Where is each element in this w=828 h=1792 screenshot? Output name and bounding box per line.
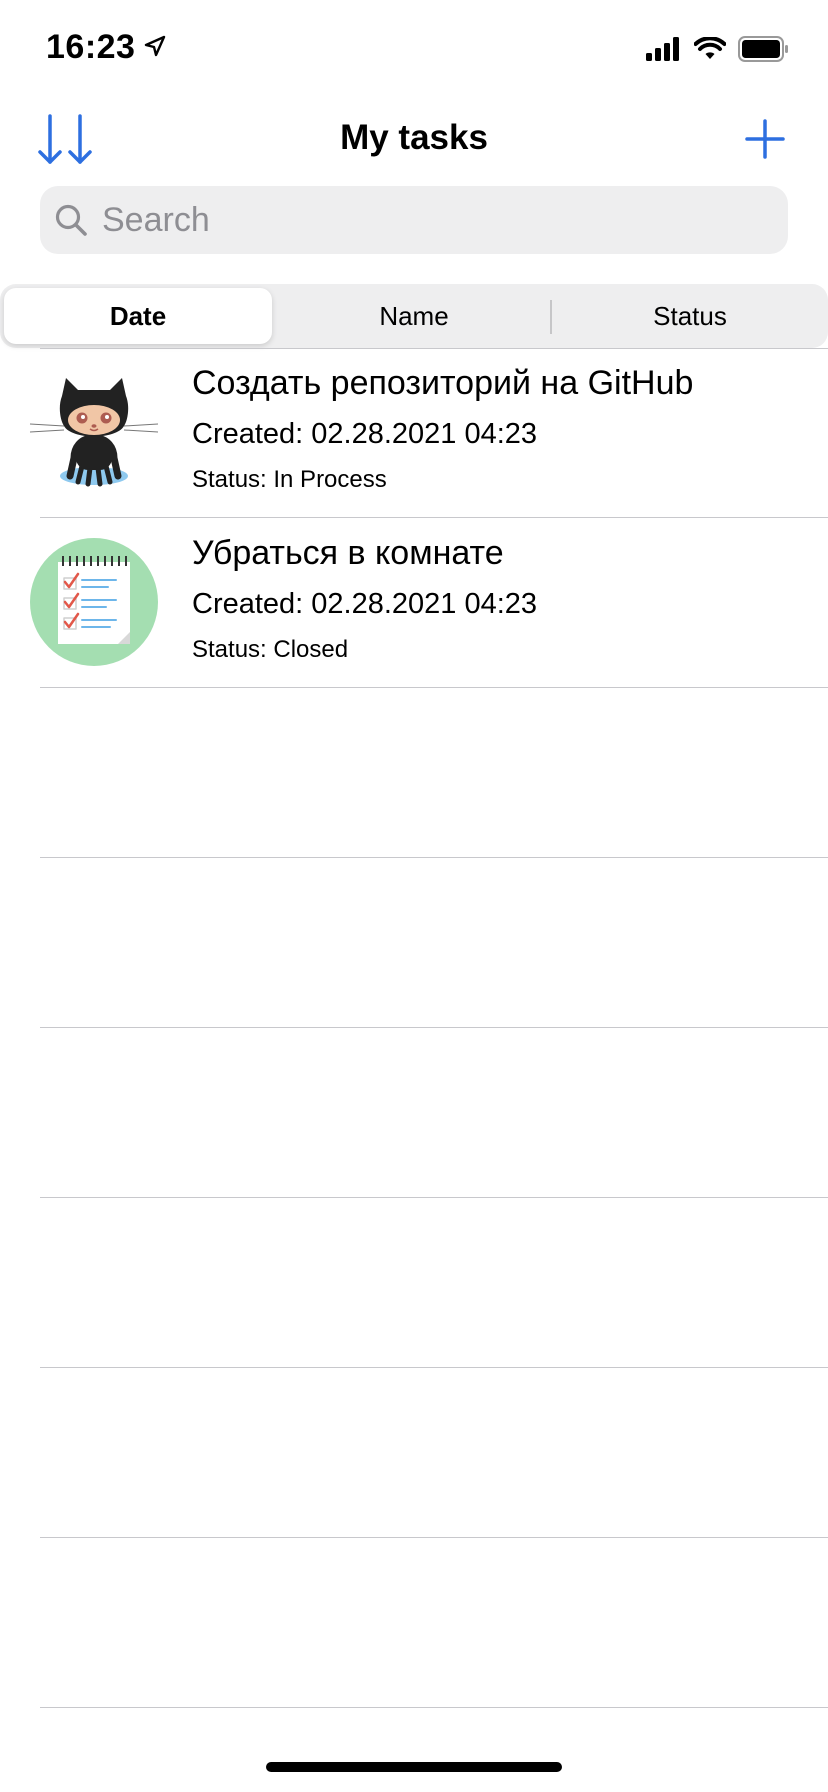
search-bar[interactable] bbox=[40, 186, 788, 254]
segment-name[interactable]: Name bbox=[280, 288, 548, 344]
segment-date[interactable]: Date bbox=[4, 288, 272, 344]
task-list: Создать репозиторий на GitHub Created: 0… bbox=[0, 348, 828, 1708]
empty-list-row bbox=[40, 1368, 828, 1538]
search-icon bbox=[54, 203, 88, 237]
checklist-notepad-icon bbox=[28, 536, 160, 668]
plus-icon bbox=[744, 119, 786, 164]
search-input[interactable] bbox=[100, 199, 744, 241]
empty-list-row bbox=[40, 1028, 828, 1198]
task-row[interactable]: Создать репозиторий на GitHub Created: 0… bbox=[29, 348, 828, 518]
task-created: Created: 02.28.2021 04:23 bbox=[192, 588, 538, 620]
empty-list-row bbox=[40, 1538, 828, 1708]
empty-list-row bbox=[40, 688, 828, 858]
wifi-icon bbox=[693, 36, 727, 66]
empty-list-row bbox=[40, 858, 828, 1028]
sort-arrows-icon bbox=[36, 114, 96, 174]
segment-divider bbox=[550, 300, 552, 334]
location-arrow-icon bbox=[143, 28, 167, 67]
task-title: Убраться в комнате bbox=[192, 534, 504, 572]
github-octocat-icon bbox=[28, 366, 160, 498]
task-created: Created: 02.28.2021 04:23 bbox=[192, 418, 538, 450]
task-row[interactable]: Убраться в комнате Created: 02.28.2021 0… bbox=[30, 518, 828, 688]
home-indicator bbox=[266, 1762, 562, 1772]
status-icons bbox=[646, 36, 790, 67]
navigation-bar: My tasks bbox=[0, 100, 828, 180]
empty-list-row bbox=[40, 1198, 828, 1368]
status-time: 16:23 bbox=[46, 28, 136, 66]
battery-icon bbox=[738, 36, 790, 67]
task-title: Создать репозиторий на GitHub bbox=[192, 364, 694, 402]
task-status: Status: In Process bbox=[192, 466, 387, 493]
page-title: My tasks bbox=[340, 118, 488, 157]
status-time-group: 16:23 bbox=[46, 28, 167, 67]
sort-segmented-control: Date Name Status bbox=[0, 284, 828, 348]
add-task-button[interactable] bbox=[744, 118, 786, 160]
status-bar: 16:23 bbox=[0, 0, 828, 100]
cellular-signal-icon bbox=[646, 37, 682, 66]
task-status: Status: Closed bbox=[192, 636, 349, 663]
segment-status[interactable]: Status bbox=[556, 288, 824, 344]
